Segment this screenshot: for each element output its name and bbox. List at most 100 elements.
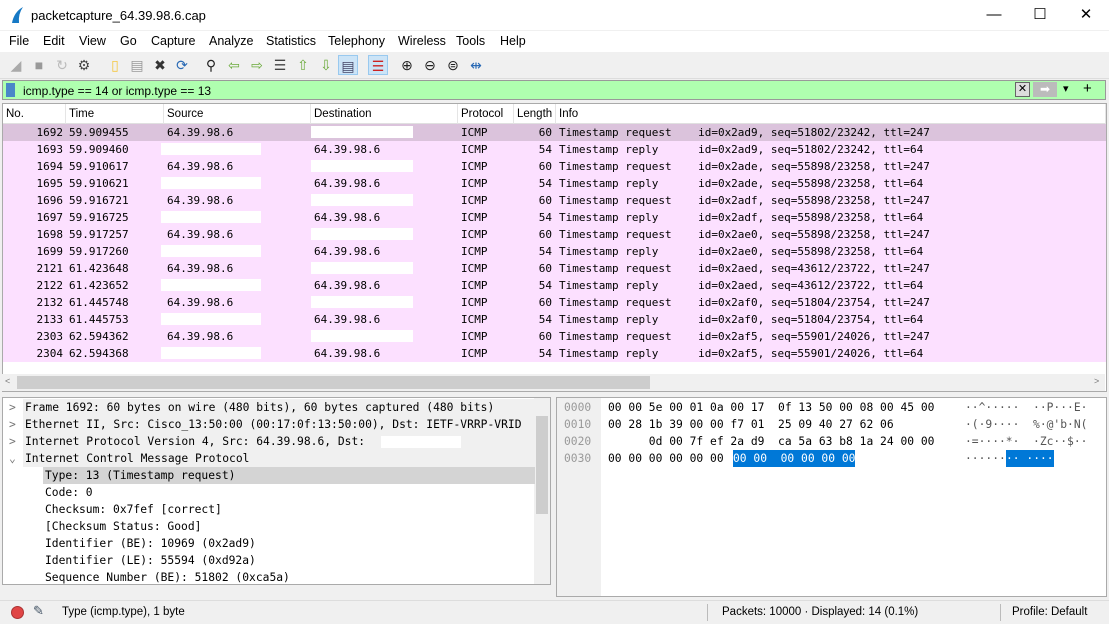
apply-filter-icon[interactable]: ➡	[1033, 82, 1057, 97]
packet-row[interactable]: 1692 59.909455 64.39.98.6 ICMP 60 Timestamp r…	[3, 124, 1106, 141]
packet-row[interactable]: 2303 62.594362 64.39.98.6 ICMP 60 Timestamp r…	[3, 328, 1106, 345]
scroll-left-icon[interactable]: <	[5, 376, 10, 386]
hex-ascii[interactable]: ·(·9···· %·@'b·N(	[965, 416, 1087, 433]
open-folder-icon[interactable]: ▯	[105, 55, 125, 75]
detail-field[interactable]: Type: 13 (Timestamp request)	[43, 467, 535, 484]
details-vertical-scrollbar[interactable]	[534, 398, 550, 584]
packet-row[interactable]: 1697 59.916725 64.39.98.6 ICMP 54 Timestamp r…	[3, 209, 1106, 226]
find-icon[interactable]: ⚲	[201, 55, 221, 75]
hex-bytes[interactable]: 00 28 1b 39 00 00 f7 01 25 09 40 27 62 0…	[608, 416, 894, 433]
packet-row[interactable]: 1696 59.916721 64.39.98.6 ICMP 60 Timestamp r…	[3, 192, 1106, 209]
packet-list-horizontal-scrollbar[interactable]: < >	[2, 374, 1105, 391]
menu-edit[interactable]: Edit	[43, 34, 65, 48]
colorize-icon[interactable]: ☰	[368, 55, 388, 75]
redacted-address	[161, 347, 261, 359]
detail-field[interactable]: Identifier (BE): 10969 (0x2ad9)	[43, 535, 535, 552]
profile-selector[interactable]: Profile: Default	[1012, 606, 1087, 618]
column-header-no[interactable]: No.	[3, 104, 66, 124]
menu-file[interactable]: File	[9, 34, 29, 48]
add-filter-button[interactable]: +	[1083, 80, 1092, 97]
autoscroll-icon[interactable]: ▤	[338, 55, 358, 75]
detail-field[interactable]: Checksum: 0x7fef [correct]	[43, 501, 535, 518]
menu-tools[interactable]: Tools	[456, 34, 485, 48]
scroll-right-icon[interactable]: >	[1094, 376, 1099, 386]
cell-proto: ICMP	[461, 279, 488, 292]
display-filter-input[interactable]: icmp.type == 14 or icmp.type == 13	[23, 84, 211, 98]
menu-view[interactable]: View	[79, 34, 106, 48]
detail-field[interactable]: Identifier (LE): 55594 (0xd92a)	[43, 552, 535, 569]
expand-arrow-icon[interactable]: >	[9, 433, 16, 450]
hex-ascii-selected[interactable]: ·· ····	[1006, 450, 1054, 467]
expand-arrow-icon[interactable]: >	[9, 399, 16, 416]
shark-fin-start-icon[interactable]: ◢	[6, 55, 26, 75]
detail-field[interactable]: Sequence Number (BE): 51802 (0xca5a)	[43, 569, 535, 584]
zoom-in-icon[interactable]: ⊕	[397, 55, 417, 75]
packet-row[interactable]: 2121 61.423648 64.39.98.6 ICMP 60 Timestamp r…	[3, 260, 1106, 277]
go-to-packet-icon[interactable]: ☰	[270, 55, 290, 75]
capture-comment-icon[interactable]: ✎	[33, 603, 44, 619]
scrollbar-thumb[interactable]	[17, 376, 650, 389]
back-arrow-icon[interactable]: ⇦	[224, 55, 244, 75]
expand-arrow-icon[interactable]: >	[9, 416, 16, 433]
filter-history-dropdown[interactable]: ▾	[1063, 82, 1069, 95]
zoom-normal-icon[interactable]: ⊜	[443, 55, 463, 75]
cell-proto: ICMP	[461, 160, 488, 173]
menu-go[interactable]: Go	[120, 34, 137, 48]
column-header-source[interactable]: Source	[164, 104, 311, 124]
menu-statistics[interactable]: Statistics	[266, 34, 316, 48]
packet-row[interactable]: 2304 62.594368 64.39.98.6 ICMP 54 Timestamp r…	[3, 345, 1106, 362]
reload-icon[interactable]: ⟳	[172, 55, 192, 75]
expand-arrow-icon[interactable]: ⌄	[9, 450, 16, 467]
resize-columns-icon[interactable]: ⇹	[466, 55, 486, 75]
menu-help[interactable]: Help	[500, 34, 526, 48]
packet-row[interactable]: 1699 59.917260 64.39.98.6 ICMP 54 Timestamp r…	[3, 243, 1106, 260]
minimize-button[interactable]: —	[971, 0, 1017, 30]
last-packet-icon[interactable]: ⇩	[316, 55, 336, 75]
hex-bytes[interactable]: 0d 00 7f ef 2a d9 ca 5a 63 b8 1a 24 00 0…	[608, 433, 935, 450]
close-button[interactable]: ✕	[1063, 0, 1109, 30]
detail-header[interactable]: Internet Control Message Protocol	[23, 450, 535, 467]
packet-row[interactable]: 1698 59.917257 64.39.98.6 ICMP 60 Timestamp r…	[3, 226, 1106, 243]
detail-header[interactable]: Ethernet II, Src: Cisco_13:50:00 (00:17:…	[23, 416, 535, 433]
packet-row[interactable]: 1693 59.909460 64.39.98.6 ICMP 54 Timestamp r…	[3, 141, 1106, 158]
menu-analyze[interactable]: Analyze	[209, 34, 253, 48]
first-packet-icon[interactable]: ⇧	[293, 55, 313, 75]
packet-row[interactable]: 1695 59.910621 64.39.98.6 ICMP 54 Timestamp r…	[3, 175, 1106, 192]
display-filter-bar[interactable]: icmp.type == 14 or icmp.type == 13 ✕ ➡ ▾…	[2, 80, 1106, 100]
clear-filter-icon[interactable]: ✕	[1015, 82, 1030, 97]
close-file-icon[interactable]: ✖	[150, 55, 170, 75]
forward-arrow-icon[interactable]: ⇨	[247, 55, 267, 75]
hex-ascii[interactable]: ··^····· ··P···E·	[965, 399, 1087, 416]
menu-telephony[interactable]: Telephony	[328, 34, 385, 48]
detail-field[interactable]: [Checksum Status: Good]	[43, 518, 535, 535]
column-header-info[interactable]: Info	[556, 104, 1106, 124]
maximize-button[interactable]: ☐	[1017, 0, 1063, 30]
scrollbar-thumb[interactable]	[536, 416, 548, 514]
menu-capture[interactable]: Capture	[151, 34, 195, 48]
hex-ascii[interactable]: ·=····*· ·Zc··$··	[965, 433, 1087, 450]
column-header-time[interactable]: Time	[66, 104, 164, 124]
packet-row[interactable]: 2132 61.445748 64.39.98.6 ICMP 60 Timestamp r…	[3, 294, 1106, 311]
detail-field[interactable]: Code: 0	[43, 484, 535, 501]
save-file-icon[interactable]: ▤	[127, 55, 147, 75]
cell-dst: 64.39.98.6	[314, 313, 381, 326]
hex-bytes-selected[interactable]: 00 00 00 00 00 00	[733, 450, 856, 467]
detail-header[interactable]: Frame 1692: 60 bytes on wire (480 bits),…	[23, 399, 535, 416]
cell-len: 54	[538, 279, 552, 292]
options-gear-icon[interactable]: ⚙	[74, 55, 94, 75]
hex-bytes[interactable]: 00 00 5e 00 01 0a 00 17 0f 13 50 00 08 0…	[608, 399, 934, 416]
packet-row[interactable]: 2133 61.445753 64.39.98.6 ICMP 54 Timestamp r…	[3, 311, 1106, 328]
column-header-protocol[interactable]: Protocol	[458, 104, 514, 124]
packet-row[interactable]: 2122 61.423652 64.39.98.6 ICMP 54 Timestamp r…	[3, 277, 1106, 294]
hex-bytes[interactable]: 00 00 00 00 00 00	[608, 450, 730, 467]
column-header-length[interactable]: Length	[514, 104, 556, 124]
zoom-out-icon[interactable]: ⊖	[420, 55, 440, 75]
packet-row[interactable]: 1694 59.910617 64.39.98.6 ICMP 60 Timestamp r…	[3, 158, 1106, 175]
column-header-destination[interactable]: Destination	[311, 104, 458, 124]
cell-len: 60	[538, 262, 552, 275]
restart-icon[interactable]: ↻	[52, 55, 72, 75]
menu-wireless[interactable]: Wireless	[398, 34, 446, 48]
bookmark-icon[interactable]	[6, 83, 15, 97]
stop-icon[interactable]: ■	[29, 55, 49, 75]
expert-info-icon[interactable]	[11, 606, 24, 619]
